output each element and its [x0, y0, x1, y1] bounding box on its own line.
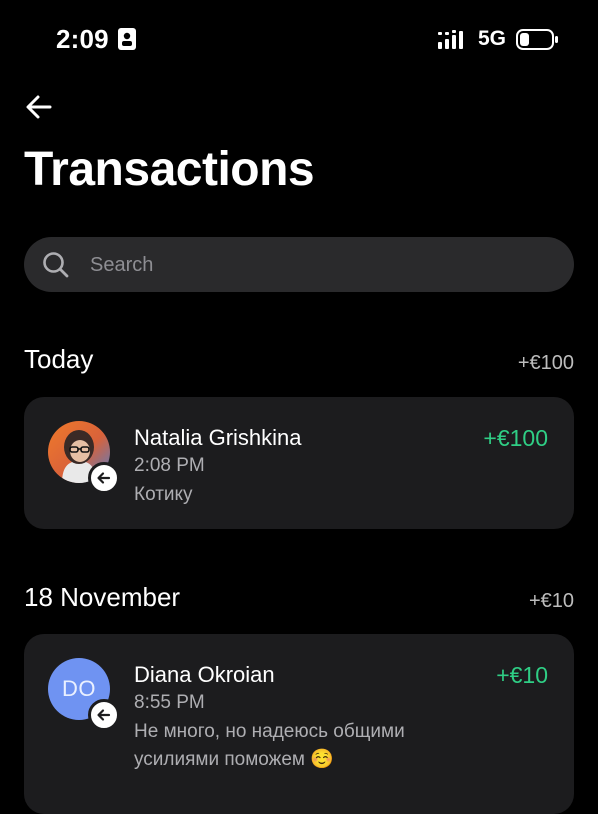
incoming-badge [88, 699, 120, 731]
transaction-time: 2:08 PM [134, 455, 205, 476]
search-icon [43, 252, 69, 278]
section-total: +€100 [517, 352, 574, 374]
incoming-badge [88, 462, 120, 494]
search-bar[interactable] [24, 237, 574, 294]
transaction-amount: +€100 [483, 425, 548, 451]
id-card-icon [118, 28, 136, 50]
section-header-today: Today +€100 [24, 344, 574, 384]
avatar-initials: DO [62, 676, 96, 701]
page-title: Transactions [24, 143, 315, 196]
section-total: +€10 [528, 590, 574, 612]
transaction-note: Котику [134, 484, 193, 505]
search-input[interactable] [88, 237, 562, 294]
transaction-note: Не много, но надеюсь общими усилиями пом… [134, 721, 405, 770]
arrow-left-icon [97, 472, 111, 484]
network-type: 5G [478, 27, 507, 50]
battery-icon [516, 29, 558, 50]
contact-name: Diana Okroian [134, 662, 275, 687]
section-label: Today [24, 344, 94, 374]
back-arrow-icon[interactable] [24, 92, 54, 122]
signal-icon [438, 30, 463, 49]
transaction-time: 8:55 PM [134, 692, 205, 713]
transaction-amount: +€10 [496, 662, 548, 688]
section-label: 18 November [24, 582, 181, 612]
arrow-left-icon [97, 709, 111, 721]
status-time: 2:09 [56, 24, 109, 54]
section-header-18-november: 18 November +€10 [24, 582, 574, 622]
transaction-card[interactable]: Natalia Grishkina +€100 2:08 PM Котику [24, 397, 574, 529]
contact-name: Natalia Grishkina [134, 425, 302, 450]
status-bar: 2:09 5G [0, 0, 598, 80]
transaction-card[interactable]: DO Diana Okroian +€10 8:55 PM Не много, … [24, 634, 574, 814]
